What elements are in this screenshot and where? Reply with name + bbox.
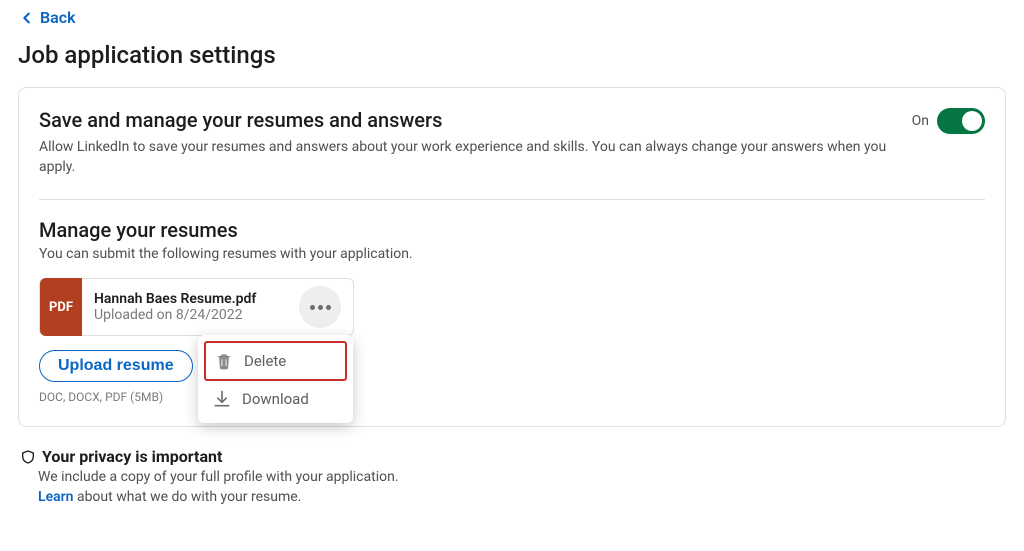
- save-section-header: Save and manage your resumes and answers…: [39, 108, 985, 177]
- privacy-body: We include a copy of your full profile w…: [20, 468, 1004, 507]
- shield-icon: [20, 449, 36, 465]
- download-label: Download: [242, 390, 309, 408]
- dots-icon: [310, 305, 315, 310]
- save-description: Allow LinkedIn to save your resumes and …: [39, 138, 892, 177]
- privacy-section: Your privacy is important We include a c…: [18, 447, 1006, 507]
- download-option[interactable]: Download: [204, 381, 347, 417]
- save-heading: Save and manage your resumes and answers: [39, 108, 892, 132]
- privacy-line1: We include a copy of your full profile w…: [38, 468, 1004, 488]
- upload-label: Upload resume: [58, 357, 174, 375]
- page-title: Job application settings: [18, 41, 1006, 69]
- resumes-heading: Manage your resumes: [39, 218, 985, 242]
- more-options-button[interactable]: [299, 286, 341, 328]
- pdf-badge: PDF: [40, 278, 82, 336]
- save-toggle[interactable]: [937, 108, 985, 134]
- resume-upload-date: Uploaded on 8/24/2022: [94, 307, 287, 323]
- resume-dropdown: Delete Download: [198, 335, 353, 423]
- delete-label: Delete: [244, 352, 286, 370]
- learn-link[interactable]: Learn: [38, 489, 73, 505]
- chevron-left-icon: [20, 11, 34, 25]
- trash-icon: [214, 351, 234, 371]
- save-toggle-wrap: On: [912, 108, 985, 134]
- privacy-line2-suffix: about what we do with your resume.: [73, 489, 301, 505]
- upload-resume-button[interactable]: Upload resume: [39, 350, 193, 382]
- toggle-label: On: [912, 113, 929, 129]
- toggle-knob: [962, 111, 982, 131]
- privacy-title: Your privacy is important: [42, 447, 222, 466]
- download-icon: [212, 389, 232, 409]
- privacy-title-row: Your privacy is important: [20, 447, 1004, 466]
- back-link[interactable]: Back: [18, 8, 76, 41]
- file-format-hint: DOC, DOCX, PDF (5MB): [39, 390, 985, 404]
- resume-filename: Hannah Baes Resume.pdf: [94, 291, 287, 307]
- divider: [39, 199, 985, 200]
- back-label: Back: [40, 8, 76, 27]
- settings-card: Save and manage your resumes and answers…: [18, 87, 1006, 427]
- resumes-description: You can submit the following resumes wit…: [39, 246, 985, 262]
- resume-item: PDF Hannah Baes Resume.pdf Uploaded on 8…: [39, 278, 354, 336]
- delete-option[interactable]: Delete: [204, 341, 347, 381]
- resume-info: Hannah Baes Resume.pdf Uploaded on 8/24/…: [94, 291, 287, 323]
